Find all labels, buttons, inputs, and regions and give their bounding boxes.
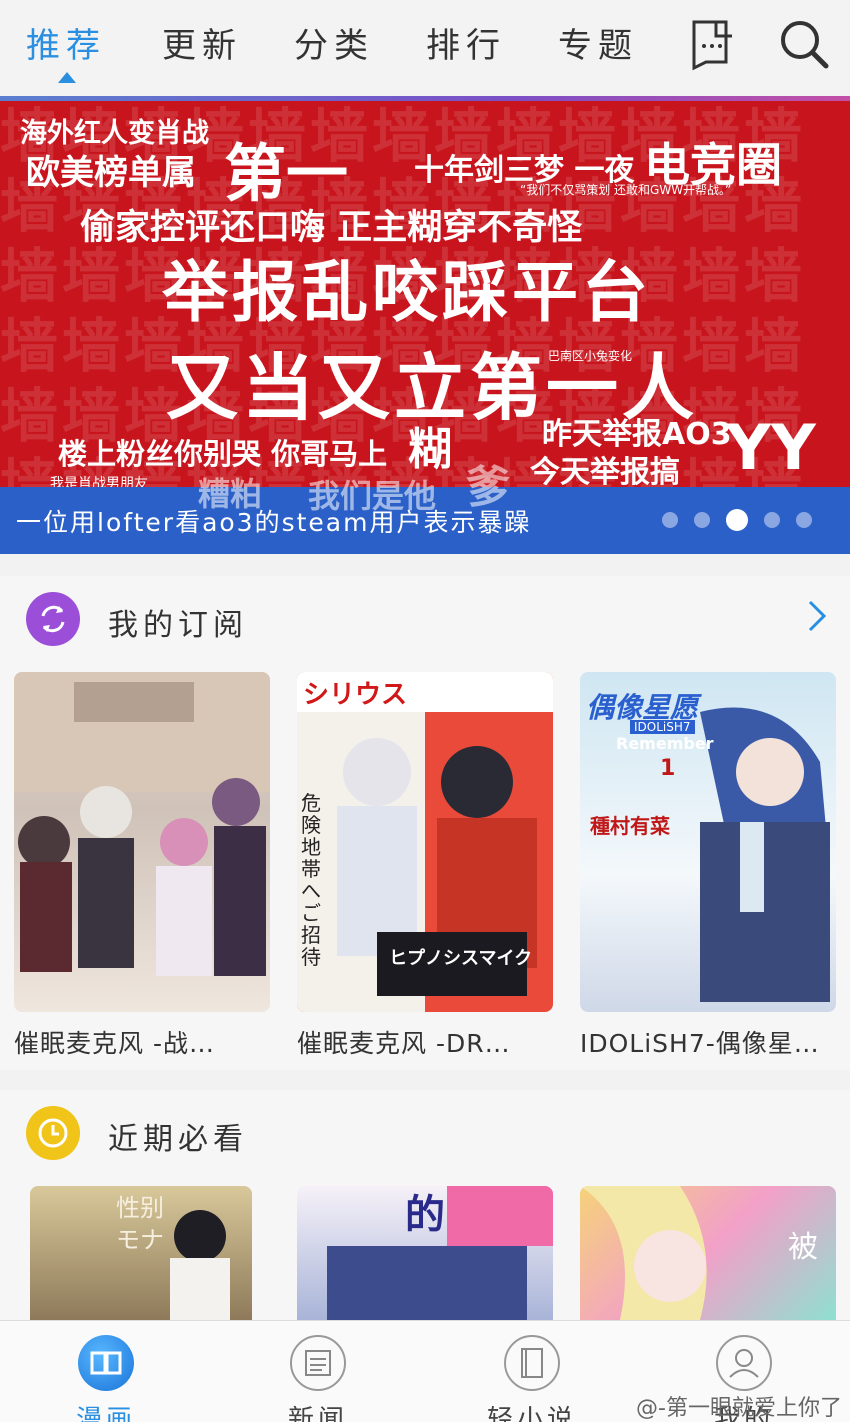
tab-updates[interactable]: 更新 (162, 18, 242, 67)
comic-cover[interactable]: 的 (297, 1186, 553, 1320)
search-icon[interactable] (776, 16, 832, 72)
comic-card[interactable]: 的 (297, 1186, 553, 1320)
nav-light-novels[interactable]: 轻小说 (472, 1331, 592, 1422)
magazine-logo: シリウス (303, 680, 408, 710)
subscriptions-header[interactable]: 我的订阅 (0, 576, 850, 656)
book-icon (78, 1335, 134, 1391)
banner-text: 今天举报搞 (530, 455, 680, 490)
nav-comics[interactable]: 漫画 (46, 1331, 166, 1422)
comic-title: 催眠麦克风 -战… (14, 1029, 215, 1058)
section-title: 近期必看 (108, 1122, 248, 1157)
comic-card[interactable]: 被 (580, 1186, 836, 1320)
carousel-dot[interactable] (662, 512, 678, 528)
comic-cover[interactable]: 被 (580, 1186, 836, 1320)
banner-text: 举报乱咬踩平台 (162, 254, 652, 331)
tab-categories[interactable]: 分类 (294, 18, 374, 67)
refresh-icon (26, 592, 80, 646)
carousel-dot[interactable] (764, 512, 780, 528)
carousel-indicator (662, 509, 812, 531)
weibo-watermark: @-第一眼就爱上你了 (636, 1396, 842, 1421)
banner-caption: 一位用lofter看ao3的steam用户表示暴躁 (16, 508, 532, 537)
user-icon (716, 1335, 772, 1391)
comic-card[interactable]: 偶像星愿 IDOLiSH7 Remember 1 種村有菜 IDOLiSH7-偶… (580, 672, 836, 1062)
banner-text: 楼上粉丝你别哭 你哥马上 (58, 437, 388, 471)
comic-title: IDOLiSH7-偶像星… (580, 1029, 820, 1058)
newspaper-icon (290, 1335, 346, 1391)
nav-label: 新闻 (287, 1405, 348, 1422)
promo-banner[interactable]: 墙墙墙墙墙墙墙墙墙墙墙墙墙墙墙墙墙墙墙墙墙墙墙墙墙墙墙墙墙墙墙墙墙墙墙墙墙墙墙墙… (0, 101, 850, 554)
recent-section: 近期必看 性别 モナ 的 被 (0, 1090, 850, 1320)
carousel-dot[interactable] (694, 512, 710, 528)
tab-topics[interactable]: 专题 (558, 18, 638, 67)
banner-text: 糊 (408, 424, 452, 475)
tab-recommend[interactable]: 推荐 (26, 18, 106, 67)
top-navigation: 推荐 更新 分类 排行 专题 (0, 0, 850, 101)
nav-label: 轻小说 (486, 1405, 577, 1422)
clock-icon (26, 1106, 80, 1160)
cover-author: 種村有菜 (590, 814, 670, 838)
tab-rankings[interactable]: 排行 (426, 18, 506, 67)
message-box-icon[interactable] (686, 16, 742, 72)
novel-book-icon (504, 1335, 560, 1391)
banner-text: YY (726, 411, 816, 484)
comic-card[interactable]: 性别 モナ (30, 1186, 252, 1320)
cover-side-text: 危険地帯へご招待 (301, 791, 321, 969)
banner-text: “我们不仅骂策划 还敢和GWW开帮战。” (520, 183, 732, 197)
cover-text: 的 (405, 1192, 445, 1238)
cover-logo: ヒプノシスマイク (389, 948, 533, 969)
comic-cover[interactable]: 偶像星愿 IDOLiSH7 Remember 1 種村有菜 (580, 672, 836, 1012)
cover-remember: Remember (616, 734, 714, 753)
nav-news[interactable]: 新闻 (258, 1331, 378, 1422)
recent-header[interactable]: 近期必看 (0, 1090, 850, 1170)
active-tab-indicator (58, 72, 76, 83)
carousel-dot-active[interactable] (726, 509, 748, 531)
banner-text: 欧美榜单属 (26, 153, 196, 193)
cover-subtitle: IDOLiSH7 (630, 720, 695, 734)
comic-title: 催眠麦克风 -DR… (297, 1029, 511, 1058)
comic-cover[interactable]: シリウス 危険地帯へご招待 ヒプノシスマイク (297, 672, 553, 1012)
section-title: 我的订阅 (108, 608, 248, 643)
nav-label: 漫画 (75, 1405, 136, 1422)
subscriptions-section: 我的订阅 催眠麦克风 -战… シリウス 危険地帯へご招待 ヒプノシスマイク 催眠… (0, 576, 850, 1070)
comic-card[interactable]: シリウス 危険地帯へご招待 ヒプノシスマイク 催眠麦克风 -DR… (297, 672, 553, 1062)
banner-text: 巴南区小兔娈化 (548, 349, 633, 363)
carousel-dot[interactable] (796, 512, 812, 528)
comic-cover[interactable] (14, 672, 270, 1012)
comic-card[interactable]: 催眠麦克风 -战… (14, 672, 270, 1062)
cover-text: 被 (788, 1230, 818, 1265)
cover-volume: 1 (660, 756, 676, 781)
chevron-right-icon[interactable] (802, 596, 832, 636)
comic-cover[interactable]: 性别 モナ (30, 1186, 252, 1320)
cover-text: 性别 モナ (116, 1194, 164, 1254)
